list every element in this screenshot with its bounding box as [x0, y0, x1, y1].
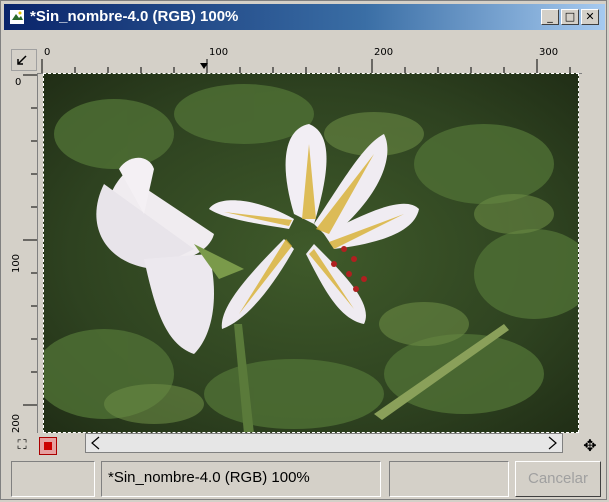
status-title: *Sin_nombre-4.0 (RGB) 100% — [108, 469, 310, 486]
scroll-right-icon[interactable] — [544, 435, 560, 451]
vruler-label-200: 200 — [11, 413, 23, 433]
horizontal-ruler[interactable]: 0 100 200 300 — [37, 45, 582, 74]
image-menu-button[interactable] — [11, 49, 37, 71]
cancel-button[interactable]: Cancelar — [515, 461, 601, 497]
lily-photo — [44, 74, 578, 432]
hruler-label-100: 100 — [209, 47, 229, 58]
window-title: *Sin_nombre-4.0 (RGB) 100% — [30, 8, 239, 25]
close-button[interactable]: ✕ — [581, 9, 599, 25]
vertical-ruler[interactable]: 0 100 200 — [11, 73, 38, 433]
image-window: *Sin_nombre-4.0 (RGB) 100% _ □ ✕ 0 100 2… — [0, 0, 607, 500]
menu-arrow-icon — [17, 55, 27, 65]
move-arrows-icon[interactable]: ✥ — [581, 437, 599, 455]
vruler-label-100: 100 — [11, 253, 23, 274]
quick-mask-icon — [44, 442, 52, 450]
status-title-field: *Sin_nombre-4.0 (RGB) 100% — [101, 461, 381, 497]
vruler-label-0: 0 — [15, 77, 22, 88]
horizontal-scrollbar[interactable] — [85, 433, 563, 453]
pointer-corner-icon[interactable]: ⛶ — [13, 437, 31, 455]
progress-field — [389, 461, 509, 497]
minimize-button[interactable]: _ — [541, 9, 559, 25]
image-canvas[interactable] — [43, 73, 579, 433]
scroll-left-icon[interactable] — [88, 435, 104, 451]
title-bar[interactable]: *Sin_nombre-4.0 (RGB) 100% _ □ ✕ — [4, 4, 605, 30]
hruler-label-0: 0 — [44, 47, 51, 58]
hruler-label-200: 200 — [374, 47, 394, 58]
horizontal-ruler-ticks — [41, 59, 571, 73]
hruler-label-300: 300 — [539, 47, 559, 58]
quick-mask-toggle[interactable] — [39, 437, 57, 455]
pointer-coords-field — [11, 461, 95, 497]
maximize-button[interactable]: □ — [561, 9, 579, 25]
gimp-image-icon — [10, 10, 24, 24]
